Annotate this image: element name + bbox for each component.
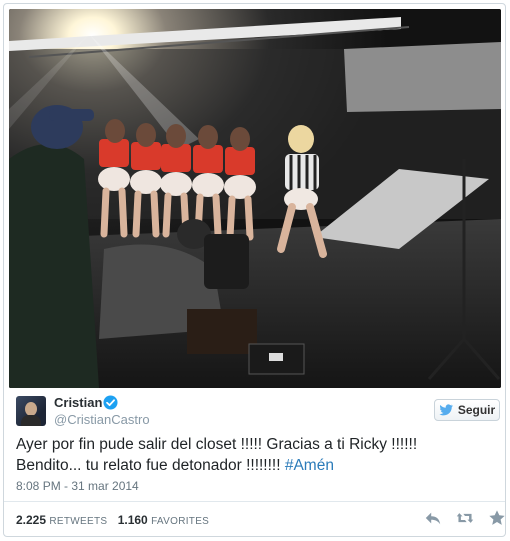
tweet-stats: 2.225 RETWEETS 1.160 FAVORITES xyxy=(16,513,216,527)
retweets-label[interactable]: RETWEETS xyxy=(49,516,107,527)
favorite-icon[interactable] xyxy=(488,509,506,527)
tweet-author: Cristian @CristianCastro xyxy=(16,394,496,430)
tweet-text-line-1: Ayer por fin pude salir del closet !!!!!… xyxy=(16,436,418,453)
retweets-count[interactable]: 2.225 xyxy=(16,513,46,527)
verified-badge-icon xyxy=(103,395,118,410)
tweet-card: Cristian @CristianCastro Seguir Ayer por… xyxy=(3,3,506,537)
tweet-photo[interactable] xyxy=(9,9,501,388)
reply-icon[interactable] xyxy=(424,509,442,527)
follow-label: Seguir xyxy=(457,403,496,417)
twitter-bird-icon xyxy=(439,404,453,416)
user-handle[interactable]: @CristianCastro xyxy=(54,412,150,427)
favorites-label[interactable]: FAVORITES xyxy=(151,516,209,527)
retweet-icon[interactable] xyxy=(456,509,474,527)
tweet-text: Ayer por fin pude salir del closet !!!!!… xyxy=(16,434,500,476)
follow-button[interactable]: Seguir xyxy=(434,399,500,421)
hashtag-link[interactable]: #Amén xyxy=(285,457,334,474)
tweet-timestamp[interactable]: 8:08 PM - 31 mar 2014 xyxy=(16,479,139,493)
tweet-text-line-2: Bendito... tu relato fue detonador !!!!!… xyxy=(16,457,285,474)
photo-scene xyxy=(9,9,501,388)
tweet-actions xyxy=(424,509,506,529)
avatar[interactable] xyxy=(16,396,46,426)
divider xyxy=(4,501,505,502)
favorites-count[interactable]: 1.160 xyxy=(118,513,148,527)
display-name[interactable]: Cristian xyxy=(54,395,102,410)
